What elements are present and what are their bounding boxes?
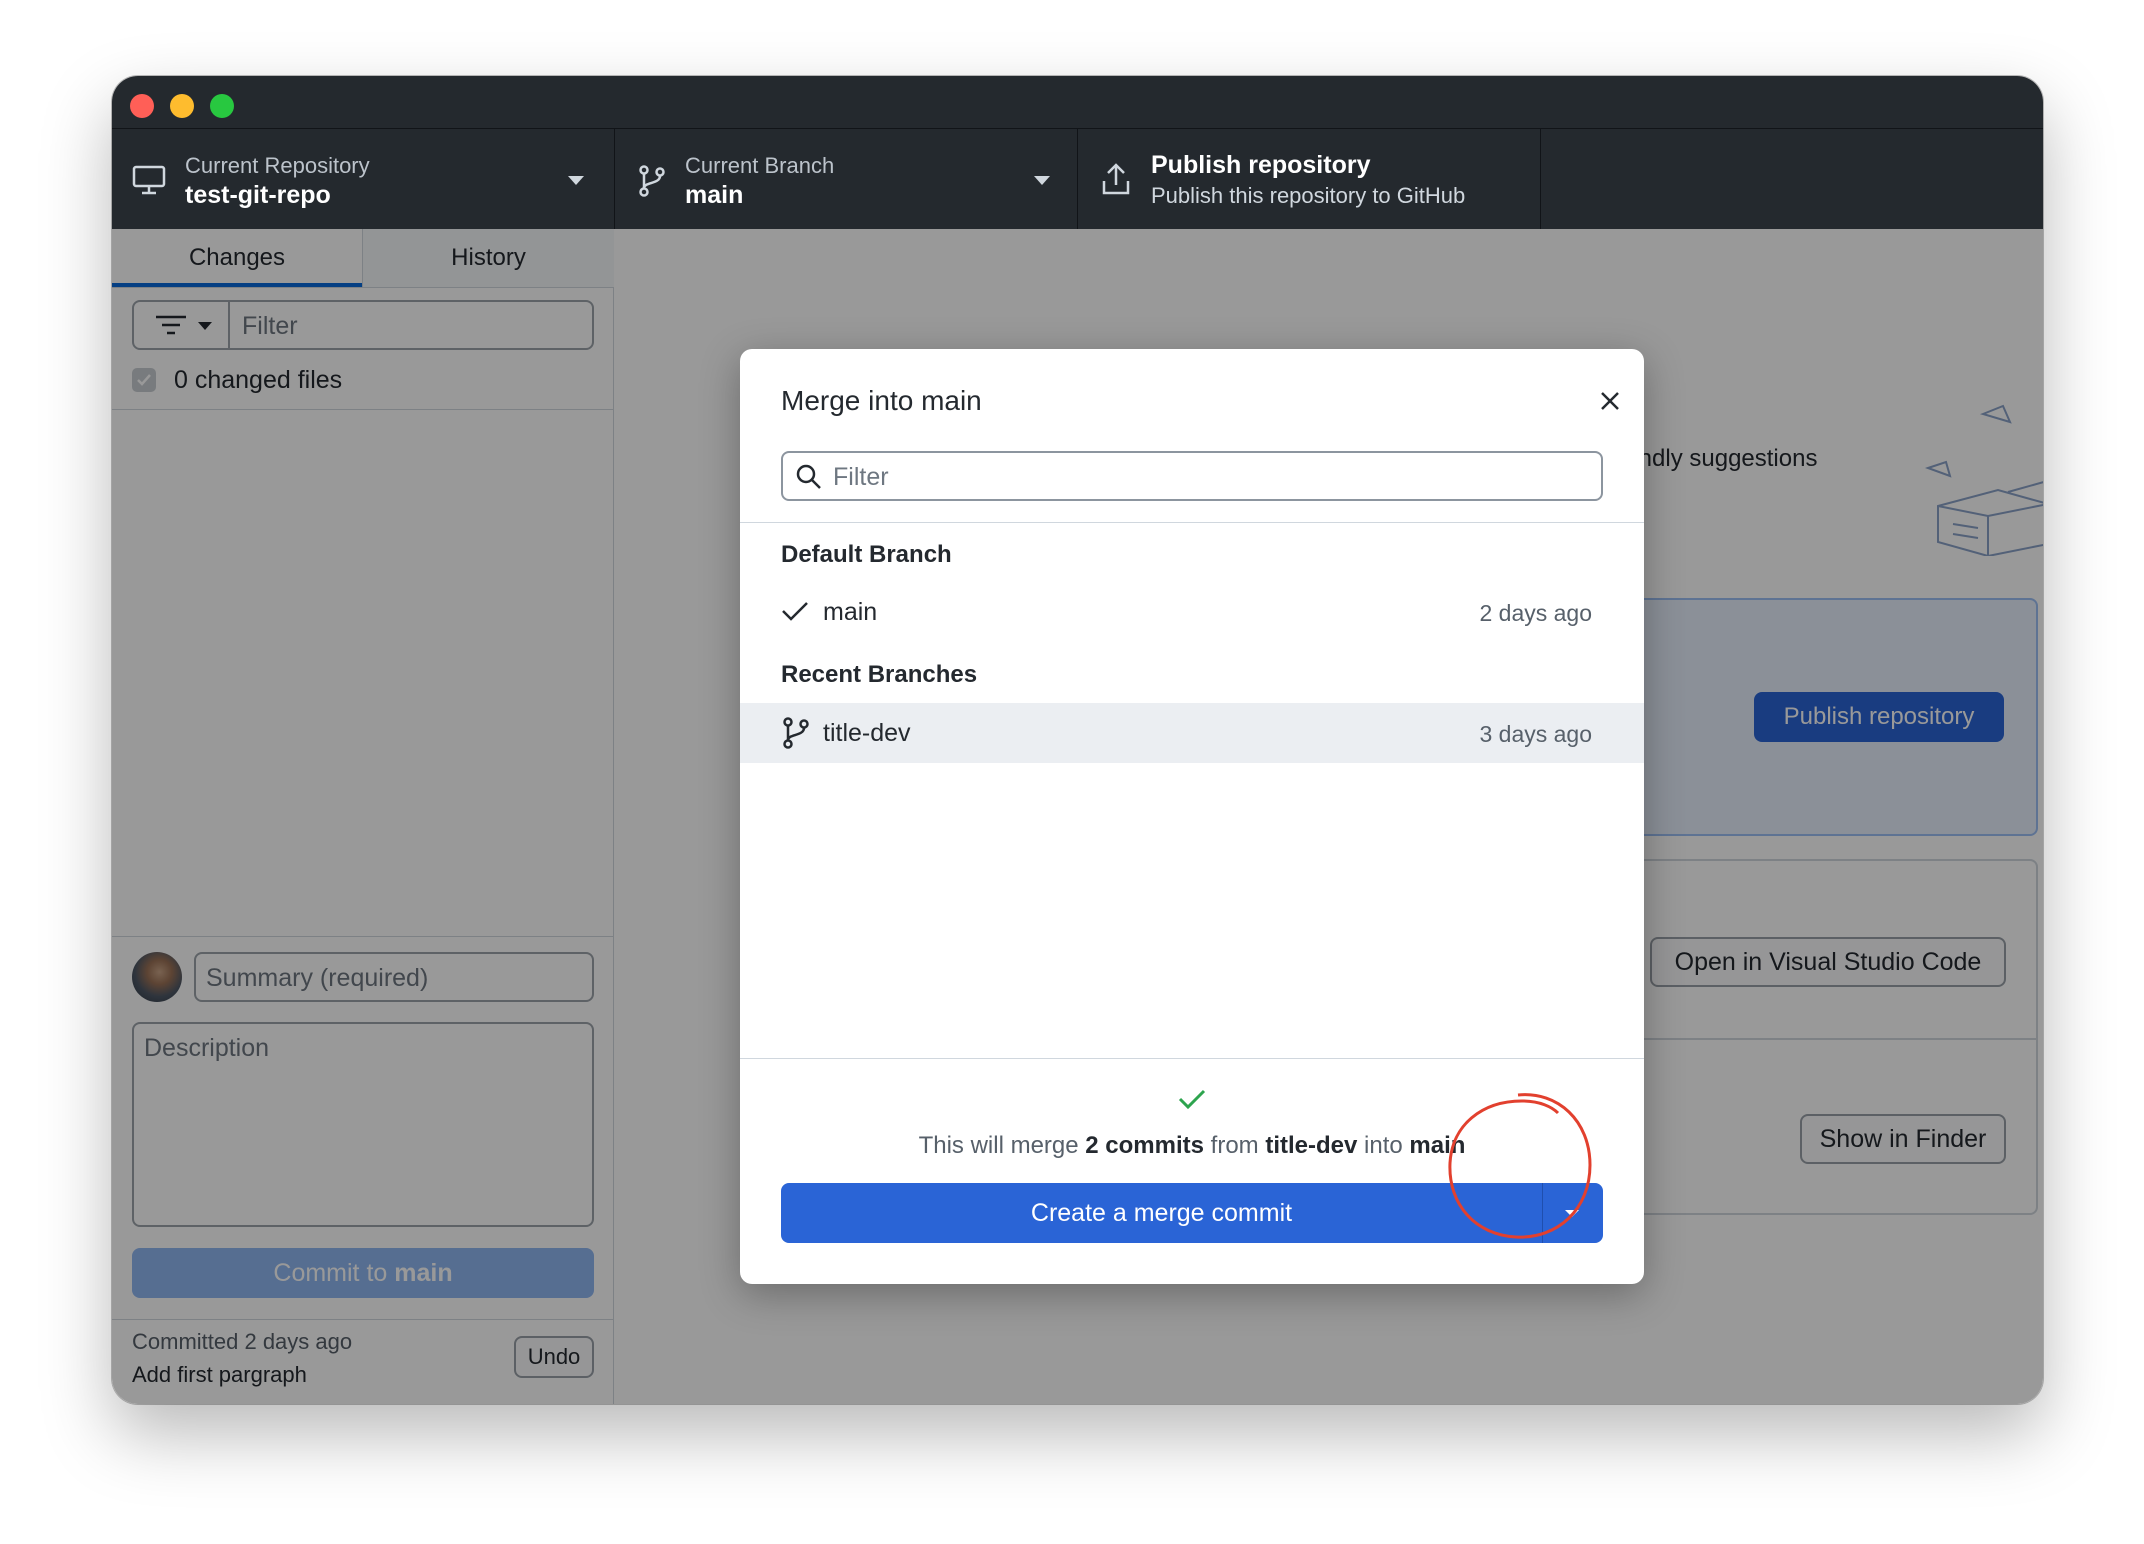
check-icon [782, 602, 808, 621]
current-branch-button[interactable]: Current Branch main [615, 129, 1078, 230]
chevron-down-icon [568, 176, 584, 185]
filter-placeholder: Filter [833, 463, 889, 491]
branch-name: main [685, 181, 744, 209]
branch-row-title-dev[interactable]: title-dev 3 days ago [740, 703, 1644, 763]
dialog-title: Merge into main [781, 385, 982, 416]
dialog-header-divider [740, 522, 1644, 523]
current-repository-button[interactable]: Current Repository test-git-repo [112, 129, 615, 230]
branch-row-main[interactable]: main 2 days ago [740, 582, 1644, 642]
branch-time: 3 days ago [1479, 721, 1592, 747]
merge-summary-prefix: This will merge [918, 1132, 1086, 1159]
merge-commit-count: 2 commits [1085, 1132, 1204, 1159]
recent-branches-header: Recent Branches [781, 661, 978, 688]
minimize-window-button[interactable] [170, 94, 194, 118]
dialog-footer-divider [740, 1058, 1644, 1059]
title-bar [112, 76, 2043, 128]
success-check-icon [1178, 1089, 1206, 1110]
branch-name: main [823, 598, 878, 626]
close-icon[interactable] [1598, 389, 1622, 413]
repository-caption: Current Repository [185, 153, 370, 178]
git-branch-icon [783, 717, 809, 749]
branch-name: title-dev [823, 719, 911, 747]
close-window-button[interactable] [130, 94, 154, 118]
merge-from-word: from [1204, 1132, 1266, 1159]
branch-time: 2 days ago [1479, 600, 1592, 626]
publish-subtitle: Publish this repository to GitHub [1151, 183, 1466, 208]
desktop-background: { "toolbar": { "repository": {"caption":… [0, 0, 2144, 1544]
branch-filter-input[interactable]: Filter [781, 451, 1603, 501]
chevron-down-icon [1034, 176, 1050, 185]
publish-repository-toolbar-button[interactable]: Publish repository Publish this reposito… [1078, 129, 1541, 230]
annotation-circle-icon [1448, 1093, 1592, 1239]
zoom-window-button[interactable] [210, 94, 234, 118]
merge-into-word: into [1357, 1132, 1410, 1159]
upload-icon [1102, 163, 1130, 195]
toolbar: Current Repository test-git-repo Current… [112, 128, 2043, 230]
default-branch-header: Default Branch [781, 541, 952, 568]
publish-title: Publish repository [1151, 151, 1371, 179]
monitor-icon [132, 165, 166, 195]
repository-name: test-git-repo [185, 181, 331, 209]
branch-caption: Current Branch [685, 153, 835, 178]
git-branch-icon [639, 165, 665, 197]
search-icon [796, 464, 821, 489]
app-window: Current Repository test-git-repo Current… [112, 76, 2043, 1404]
merge-source-branch: title-dev [1265, 1132, 1358, 1159]
